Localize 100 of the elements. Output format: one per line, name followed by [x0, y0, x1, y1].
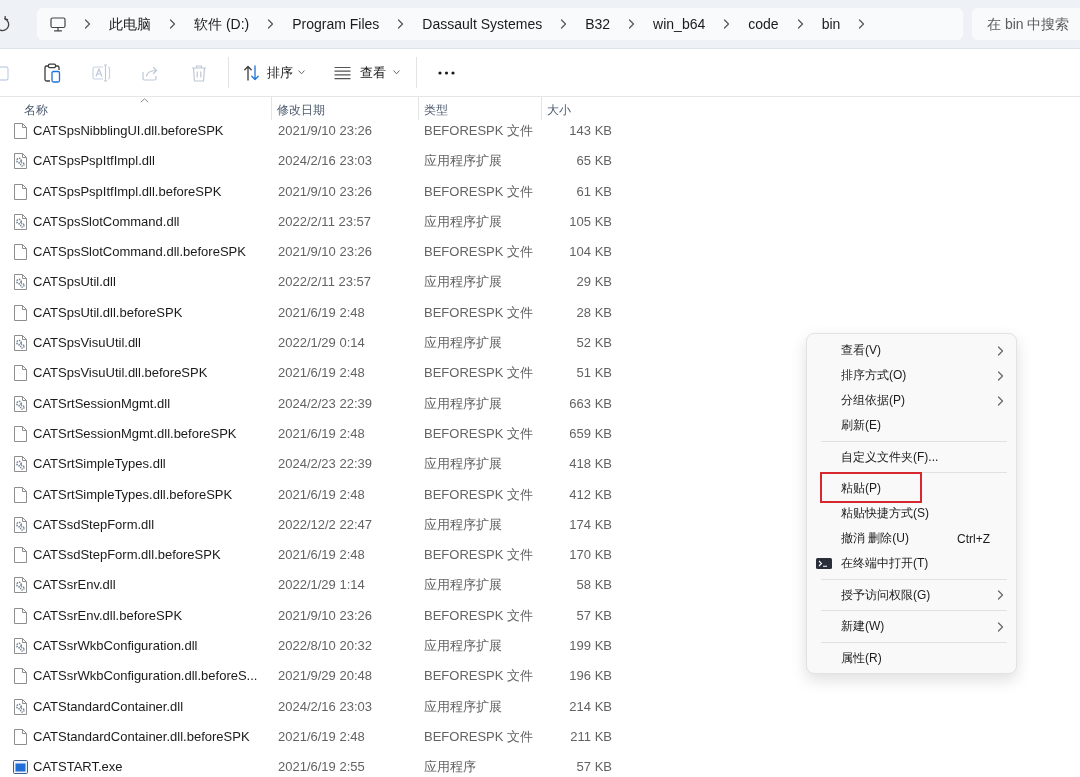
file-icon: [14, 425, 27, 442]
gear-file-icon: [14, 456, 27, 473]
gear-file-icon: [14, 698, 27, 715]
file-name: CATSsrEnv.dll: [33, 577, 116, 594]
modified-date: 2024/2/23 22:39: [278, 456, 372, 473]
search-field[interactable]: 在 bin 中搜索: [972, 8, 1080, 40]
file-size: 57 KB: [576, 759, 612, 776]
menu-item[interactable]: 属性(R): [807, 645, 1016, 671]
breadcrumb-item[interactable]: bin: [821, 14, 841, 34]
chevron-right-icon[interactable]: [267, 19, 275, 29]
file-icon: [14, 728, 27, 745]
file-type: 应用程序扩展: [424, 456, 502, 473]
menu-item[interactable]: 分组依据(P): [807, 388, 1016, 413]
file-icon: [14, 123, 27, 139]
file-type: 应用程序扩展: [424, 274, 502, 291]
modified-date: 2021/6/19 2:48: [278, 547, 365, 564]
modified-date: 2021/6/19 2:55: [278, 759, 365, 776]
file-name: CATSrtSimpleTypes.dll: [33, 456, 166, 473]
file-type: BEFORESPK 文件: [424, 123, 534, 139]
view-button[interactable]: 查看: [329, 54, 405, 91]
breadcrumb-item[interactable]: win_b64: [653, 14, 706, 34]
gear-file-icon: [14, 274, 27, 291]
chevron-right-icon[interactable]: [628, 19, 636, 29]
file-name: CATSsrWkbConfiguration.dll.beforeS...: [33, 668, 258, 685]
file-type: 应用程序扩展: [424, 335, 502, 352]
gear-file-icon: [14, 638, 27, 655]
chevron-right-icon[interactable]: [858, 19, 866, 29]
chevron-right-icon[interactable]: [723, 19, 731, 29]
file-size: 143 KB: [569, 123, 612, 139]
file-name: CATSrtSessionMgmt.dll: [33, 395, 170, 412]
chevron-right-icon[interactable]: [560, 19, 568, 29]
file-size: 52 KB: [576, 335, 612, 352]
modified-date: 2021/9/10 23:26: [278, 607, 372, 624]
file-type: BEFORESPK 文件: [424, 183, 534, 200]
file-size: 51 KB: [576, 365, 612, 382]
modified-date: 2024/2/16 23:03: [278, 698, 372, 715]
file-type: BEFORESPK 文件: [424, 547, 534, 564]
file-name: CATSpsNibblingUI.dll.beforeSPK: [33, 123, 224, 139]
app-window-icon: [13, 760, 28, 775]
file-name: CATSpsUtil.dll.beforeSPK: [33, 304, 183, 321]
modified-date: 2021/6/19 2:48: [278, 425, 365, 442]
more-icon[interactable]: [437, 70, 455, 75]
chevron-right-icon[interactable]: [169, 19, 176, 29]
breadcrumb-item[interactable]: B32: [585, 14, 611, 34]
file-type: 应用程序扩展: [424, 698, 502, 715]
refresh-icon[interactable]: [0, 16, 10, 32]
column-header[interactable]: 大小: [541, 97, 623, 120]
paste-icon[interactable]: [43, 62, 61, 83]
computer-icon[interactable]: [50, 16, 66, 32]
file-size: 58 KB: [576, 577, 612, 594]
modified-date: 2022/1/29 0:14: [278, 335, 365, 352]
file-name: CATSpsSlotCommand.dll: [33, 213, 180, 230]
file-type: 应用程序扩展: [424, 577, 502, 594]
chevron-right-icon[interactable]: [796, 19, 804, 29]
menu-item[interactable]: 粘贴快捷方式(S): [807, 501, 1016, 526]
file-icon: [14, 365, 27, 382]
file-name: CATStandardContainer.dll: [33, 698, 184, 715]
file-name: CATSpsUtil.dll: [33, 274, 116, 291]
file-size: 214 KB: [569, 698, 612, 715]
file-name: CATSpsPspItfImpl.dll: [33, 153, 155, 170]
file-icon: [14, 668, 27, 685]
sort-arrows-icon: [243, 63, 260, 82]
file-type: BEFORESPK 文件: [424, 668, 534, 685]
breadcrumb-item[interactable]: 软件 (D:): [194, 14, 250, 34]
file-type: 应用程序扩展: [424, 638, 502, 655]
file-name: CATSpsPspItfImpl.dll.beforeSPK: [33, 183, 222, 200]
menu-item[interactable]: 排序方式(O): [807, 363, 1016, 388]
chevron-down-icon: [298, 70, 305, 75]
sort-button[interactable]: 排序: [238, 54, 310, 91]
menu-item[interactable]: 查看(V): [807, 338, 1016, 363]
file-name: CATSsrWkbConfiguration.dll: [33, 638, 198, 655]
file-type: 应用程序扩展: [424, 516, 502, 533]
breadcrumb-item[interactable]: Program Files: [292, 14, 380, 34]
file-size: 211 KB: [570, 728, 612, 745]
menu-item[interactable]: 刷新(E): [807, 413, 1016, 438]
file-size: 61 KB: [576, 183, 612, 200]
column-header[interactable]: 名称: [0, 97, 271, 120]
file-type: BEFORESPK 文件: [424, 304, 534, 321]
menu-item[interactable]: 新建(W): [807, 614, 1016, 639]
modified-date: 2022/1/29 1:14: [278, 577, 365, 594]
breadcrumb-item[interactable]: Dassault Systemes: [422, 14, 543, 34]
column-header[interactable]: 修改日期: [271, 97, 418, 120]
breadcrumb-item[interactable]: 此电脑: [109, 14, 151, 34]
chevron-right-icon[interactable]: [397, 19, 405, 29]
modified-date: 2022/2/11 23:57: [278, 213, 371, 230]
file-icon: [14, 304, 27, 321]
menu-item[interactable]: 撤消 删除(U) Ctrl+Z: [807, 526, 1016, 551]
address-bar[interactable]: 此电脑 软件 (D:) Program Files Dassault Systemes B32 win_b64 code bin: [37, 8, 963, 40]
menu-item[interactable]: 授予访问权限(G): [807, 582, 1016, 608]
breadcrumb-item[interactable]: code: [748, 14, 779, 34]
menu-item[interactable]: 在终端中打开(T): [807, 551, 1016, 576]
menu-item[interactable]: 粘贴(P): [807, 476, 1016, 501]
chevron-right-icon[interactable]: [84, 19, 91, 29]
file-type: BEFORESPK 文件: [424, 244, 534, 261]
file-size: 57 KB: [576, 607, 612, 624]
file-size: 170 KB: [569, 547, 612, 564]
column-header[interactable]: 类型: [418, 97, 541, 120]
file-name: CATSpsVisuUtil.dll.beforeSPK: [33, 365, 208, 382]
file-type: 应用程序扩展: [424, 213, 502, 230]
menu-item[interactable]: 自定义文件夹(F)...: [807, 444, 1016, 470]
